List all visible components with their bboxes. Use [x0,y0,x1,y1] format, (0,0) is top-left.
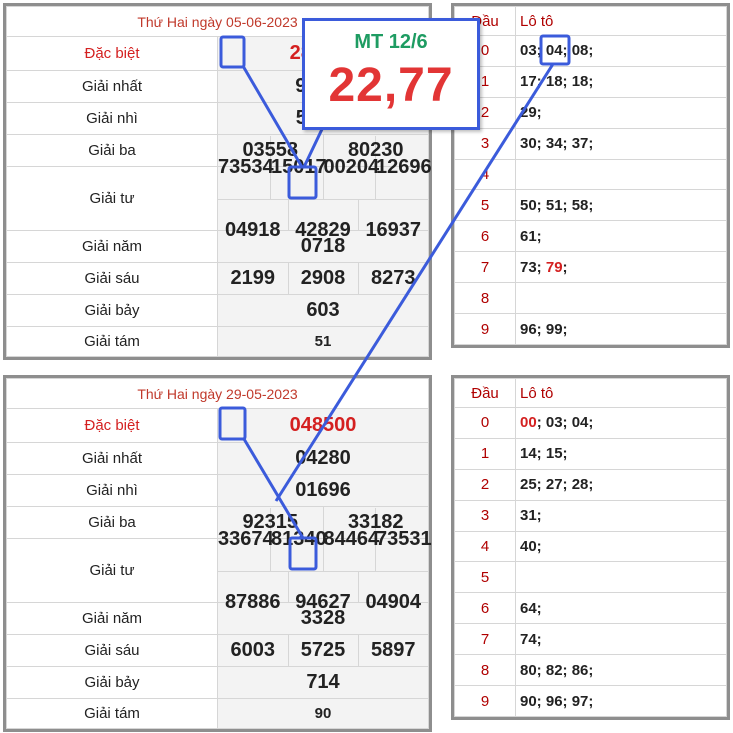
label-giai-nhat: Giải nhất [6,442,218,475]
loto-values: 74; [515,623,727,656]
label-giai-nhat: Giải nhất [6,70,218,103]
loto-dau: 7 [454,623,516,656]
label-giai-bay: Giải bảy [6,666,218,699]
loto-values: 30; 34; 37; [515,127,727,160]
loto-values: 96; 99; [515,313,727,345]
loto-dau: 3 [454,499,516,532]
label-giai-nam: Giải năm [6,602,218,635]
label-giai-tu: Giải tư [6,166,218,231]
loto-values [515,561,727,594]
top-g6-value: 2908 [287,263,358,294]
loto-values: 64; [515,592,727,625]
loto-values: 61; [515,220,727,253]
loto-dau: 8 [454,282,516,315]
loto-dau: 6 [454,592,516,625]
label-giai-ba: Giải ba [6,506,218,539]
label-giai-ba: Giải ba [6,134,218,167]
loto-value: ; [562,258,568,276]
callout-numbers: 22,77 [328,59,454,112]
loto-values: 03; 04; 08; [515,35,727,67]
bottom-loto-panel: Đầu Lô tô 0 00; 03; 04; 1 14; 15; 2 25; 27; … [451,375,730,720]
label-giai-tu: Giải tư [6,538,218,603]
loto-head-loto: Lô tô [515,6,727,36]
loto-dau: 1 [454,437,516,470]
loto-values: 73; 79; [515,251,727,284]
loto-head-dau: Đầu [454,378,516,408]
loto-dau: 6 [454,220,516,253]
top-g6-value: 2199 [218,263,288,294]
loto-dau: 2 [454,468,516,501]
label-giai-tam: Giải tám [6,698,218,729]
loto-dau: 9 [454,685,516,717]
loto-values: 29; [515,96,727,129]
loto-values: 17; 18; 18; [515,65,727,98]
loto-values: 14; 15; [515,437,727,470]
label-dac-biet: Đặc biệt [6,408,218,443]
top-g7-value: 603 [217,294,429,327]
loto-values: 31; [515,499,727,532]
loto-values: 00; 03; 04; [515,407,727,439]
loto-hot-value: 00 [520,414,537,432]
loto-dau: 0 [454,407,516,439]
loto-dau: 9 [454,313,516,345]
bottom-g7-value: 714 [217,666,429,699]
bottom-date-title: Thứ Hai ngày 29-05-2023 [6,378,429,409]
loto-dau: 8 [454,654,516,687]
label-giai-sau: Giải sáu [6,634,218,667]
top-g6-value: 8273 [357,263,428,294]
label-giai-bay: Giải bảy [6,294,218,327]
loto-values: 80; 82; 86; [515,654,727,687]
bottom-db-value: 048500 [217,408,429,443]
label-giai-tam: Giải tám [6,326,218,357]
top-g8-value: 51 [217,326,429,357]
bottom-g8-value: 90 [217,698,429,729]
loto-values [515,158,727,191]
label-giai-nam: Giải năm [6,230,218,263]
loto-dau: 5 [454,189,516,222]
loto-values [515,282,727,315]
bottom-g1-value: 04280 [217,442,429,475]
bottom-g6-value: 5725 [287,635,358,666]
loto-head-loto: Lô tô [515,378,727,408]
bottom-results-panel: Thứ Hai ngày 29-05-2023 Đặc biệt 048500 G… [3,375,432,732]
label-giai-nhi: Giải nhì [6,474,218,507]
loto-dau: 3 [454,127,516,160]
loto-value: ; 03; 04; [536,414,594,432]
label-giai-nhi: Giải nhì [6,102,218,135]
loto-values: 40; [515,530,727,563]
bottom-g6-value: 5897 [357,635,428,666]
loto-dau: 4 [454,158,516,191]
bottom-g6-value: 6003 [218,635,288,666]
loto-values: 50; 51; 58; [515,189,727,222]
label-giai-sau: Giải sáu [6,262,218,295]
loto-hot-value: 79 [545,258,563,276]
prediction-callout: MT 12/6 22,77 [302,18,480,130]
callout-title: MT 12/6 [354,31,428,53]
loto-value: 73; [520,258,546,276]
loto-dau: 7 [454,251,516,284]
label-dac-biet: Đặc biệt [6,36,218,71]
loto-values: 90; 96; 97; [515,685,727,717]
loto-dau: 4 [454,530,516,563]
loto-dau: 5 [454,561,516,594]
top-loto-panel: Đầu Lô tô 0 03; 04; 08; 1 17; 18; 18; 2 29; … [451,3,730,348]
bottom-g2-value: 01696 [217,474,429,507]
loto-values: 25; 27; 28; [515,468,727,501]
